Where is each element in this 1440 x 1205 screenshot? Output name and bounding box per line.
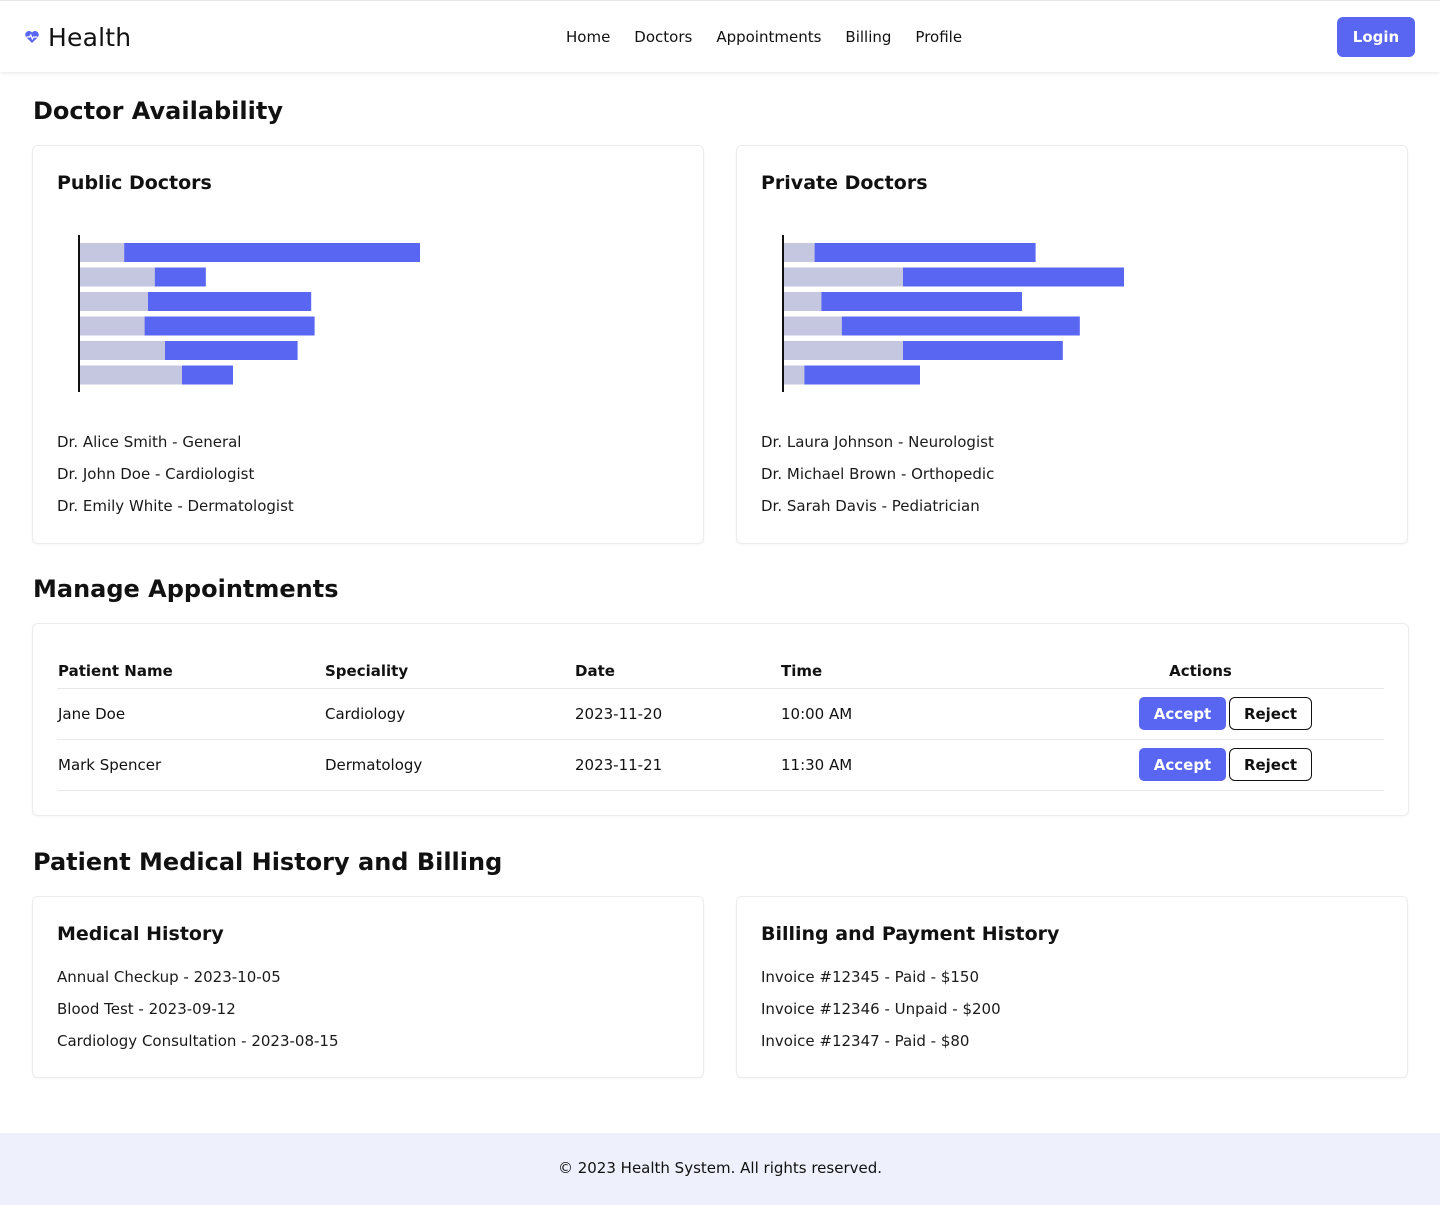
bar-segment-booked	[80, 365, 182, 385]
billing-history-card: Billing and Payment History Invoice #123…	[736, 896, 1408, 1078]
patient-name-cell: Mark Spencer	[57, 739, 324, 791]
medical-history-card: Medical History Annual Checkup - 2023-10…	[32, 896, 704, 1078]
bar-segment-booked	[80, 267, 155, 287]
bar-segment-booked	[784, 341, 903, 360]
doctor-item[interactable]: Dr. Laura Johnson - Neurologist	[761, 430, 994, 462]
brand-name: Health	[48, 22, 132, 52]
footer: © 2023 Health System. All rights reserve…	[0, 1133, 1440, 1205]
nav-link-home[interactable]: Home	[566, 25, 610, 49]
bar-segment-booked	[80, 316, 145, 336]
doctor-item[interactable]: Dr. John Doe - Cardiologist	[57, 462, 294, 494]
bar-segment-available	[804, 365, 920, 385]
actions-cell: Accept Reject	[1017, 739, 1384, 791]
bar-segment-available	[148, 292, 312, 311]
bar-segment-available	[814, 243, 1036, 262]
doctor-item[interactable]: Dr. Alice Smith - General	[57, 430, 294, 462]
accept-button[interactable]: Accept	[1139, 748, 1226, 781]
list-item: Annual Checkup - 2023-10-05	[57, 968, 281, 986]
actions-cell: Accept Reject	[1017, 688, 1384, 740]
time-cell: 10:00 AM	[780, 688, 1017, 740]
date-cell: 2023-11-21	[574, 739, 780, 791]
main-nav: Home Doctors Appointments Billing Profil…	[566, 25, 986, 49]
private-doctors-card: Private Doctors Dr. Laura Johnson - Neur…	[736, 145, 1408, 544]
footer-copyright: © 2023 Health System. All rights reserve…	[557, 1159, 883, 1177]
billing-history-list: Invoice #12345 - Paid - $150 Invoice #12…	[761, 965, 1001, 1061]
bar-segment-booked	[80, 243, 125, 262]
login-button[interactable]: Login	[1337, 17, 1415, 57]
doctor-item[interactable]: Dr. Emily White - Dermatologist	[57, 494, 294, 526]
bar-segment-available	[903, 341, 1063, 360]
list-item: Invoice #12345 - Paid - $150	[761, 968, 980, 986]
bar-segment-available	[903, 267, 1124, 287]
reject-button[interactable]: Reject	[1229, 748, 1312, 781]
bar-segment-booked	[784, 243, 815, 262]
heart-pulse-icon	[25, 31, 39, 43]
appointments-table: Patient Name Speciality Date Time Action…	[57, 654, 1384, 791]
nav-link-appointments[interactable]: Appointments	[716, 25, 821, 49]
public-doctor-list: Dr. Alice Smith - General Dr. John Doe -…	[57, 430, 294, 526]
column-header: Time	[780, 654, 1017, 689]
history-billing-title: Patient Medical History and Billing	[33, 848, 503, 876]
bar-segment-available	[841, 316, 1080, 336]
bar-segment-available	[144, 316, 315, 336]
appointments-card: Patient Name Speciality Date Time Action…	[32, 623, 1409, 816]
table-header-row: Patient Name Speciality Date Time Action…	[57, 654, 1384, 689]
nav-link-profile[interactable]: Profile	[915, 25, 962, 49]
table-row: Mark Spencer Dermatology 2023-11-21 11:3…	[57, 739, 1384, 791]
doctor-item[interactable]: Dr. Michael Brown - Orthopedic	[761, 462, 994, 494]
billing-history-title: Billing and Payment History	[761, 923, 1060, 945]
table-row: Jane Doe Cardiology 2023-11-20 10:00 AM …	[57, 688, 1384, 740]
nav-link-doctors[interactable]: Doctors	[634, 25, 692, 49]
list-item: Blood Test - 2023-09-12	[57, 1000, 236, 1018]
doctor-item[interactable]: Dr. Sarah Davis - Pediatrician	[761, 494, 994, 526]
bar-segment-booked	[784, 267, 903, 287]
doctor-availability-title: Doctor Availability	[33, 97, 283, 125]
list-item: Invoice #12347 - Paid - $80	[761, 1032, 970, 1050]
private-doctor-list: Dr. Laura Johnson - Neurologist Dr. Mich…	[761, 430, 994, 526]
bar-segment-available	[165, 341, 298, 360]
speciality-cell: Cardiology	[324, 688, 574, 740]
accept-button[interactable]: Accept	[1139, 697, 1226, 730]
column-header: Actions	[1017, 654, 1384, 689]
speciality-cell: Dermatology	[324, 739, 574, 791]
nav-link-billing[interactable]: Billing	[845, 25, 891, 49]
public-doctors-card: Public Doctors Dr. Alice Smith - General…	[32, 145, 704, 544]
list-item: Cardiology Consultation - 2023-08-15	[57, 1032, 339, 1050]
top-navbar: Health Home Doctors Appointments Billing…	[0, 0, 1440, 72]
date-cell: 2023-11-20	[574, 688, 780, 740]
list-item: Invoice #12346 - Unpaid - $200	[761, 1000, 1001, 1018]
bar-segment-available	[821, 292, 1022, 311]
medical-history-list: Annual Checkup - 2023-10-05 Blood Test -…	[57, 965, 339, 1061]
bar-segment-booked	[784, 292, 822, 311]
brand[interactable]: Health	[24, 21, 131, 53]
bar-segment-available	[124, 243, 420, 262]
bar-segment-booked	[784, 365, 805, 385]
patient-name-cell: Jane Doe	[57, 688, 324, 740]
column-header: Date	[574, 654, 780, 689]
medical-history-title: Medical History	[57, 923, 224, 945]
bar-segment-booked	[80, 292, 148, 311]
bar-segment-available	[182, 365, 233, 385]
column-header: Speciality	[324, 654, 574, 689]
reject-button[interactable]: Reject	[1229, 697, 1312, 730]
bar-segment-available	[154, 267, 206, 287]
manage-appointments-title: Manage Appointments	[33, 575, 339, 603]
column-header: Patient Name	[57, 654, 324, 689]
bar-segment-booked	[80, 341, 165, 360]
bar-segment-booked	[784, 316, 842, 336]
time-cell: 11:30 AM	[780, 739, 1017, 791]
